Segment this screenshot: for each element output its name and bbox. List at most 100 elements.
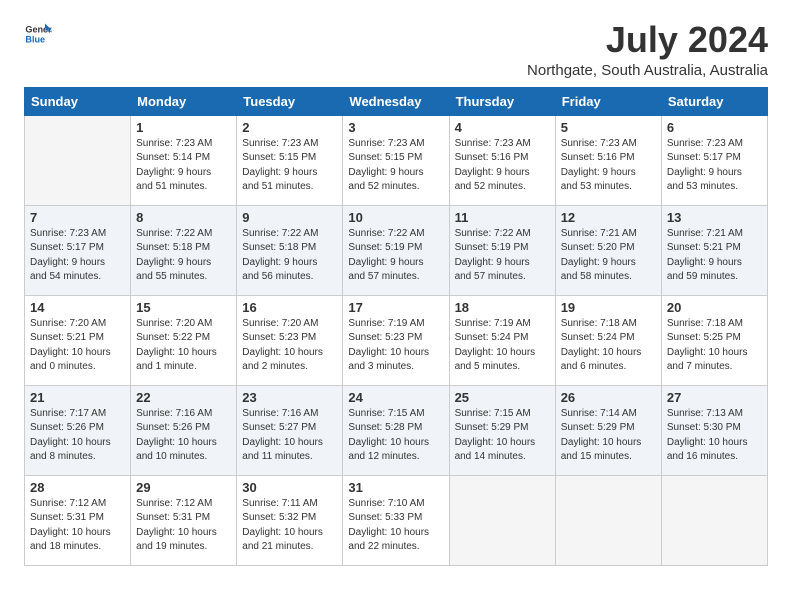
day-info: Sunrise: 7:22 AMSunset: 5:18 PMDaylight:…	[136, 227, 231, 285]
day-info: Sunrise: 7:20 AMSunset: 5:22 PMDaylight:…	[136, 317, 231, 375]
day-info: Sunrise: 7:23 AMSunset: 5:15 PMDaylight:…	[242, 137, 337, 195]
calendar-cell: 6 Sunrise: 7:23 AMSunset: 5:17 PMDaylight…	[661, 115, 767, 205]
day-number: 6	[667, 120, 762, 135]
day-info: Sunrise: 7:22 AMSunset: 5:19 PMDaylight:…	[455, 227, 550, 285]
calendar-cell: 31Sunrise: 7:10 AMSunset: 5:33 PMDayligh…	[343, 475, 449, 565]
weekday-header-friday: Friday	[555, 87, 661, 115]
calendar-cell: 19 Sunrise: 7:18 AMSunset: 5:24 PMDayligh…	[555, 295, 661, 385]
day-info: Sunrise: 7:19 AMSunset: 5:23 PMDaylight:…	[348, 317, 443, 375]
day-info: Sunrise: 7:11 AMSunset: 5:32 PMDaylight:…	[242, 497, 337, 555]
day-info: Sunrise: 7:16 AMSunset: 5:26 PMDaylight:…	[136, 407, 231, 465]
calendar-cell: 27Sunrise: 7:13 AMSunset: 5:30 PMDayligh…	[661, 385, 767, 475]
month-year-title: July 2024	[527, 20, 768, 60]
day-number: 18	[455, 300, 550, 315]
day-number: 26	[561, 390, 656, 405]
day-number: 12	[561, 210, 656, 225]
day-number: 24	[348, 390, 443, 405]
day-number: 3	[348, 120, 443, 135]
logo-icon: General Blue	[24, 20, 52, 48]
calendar-table: SundayMondayTuesdayWednesdayThursdayFrid…	[24, 87, 768, 566]
calendar-cell: 4 Sunrise: 7:23 AMSunset: 5:16 PMDaylight…	[449, 115, 555, 205]
day-number: 4	[455, 120, 550, 135]
calendar-cell: 18Sunrise: 7:19 AMSunset: 5:24 PMDayligh…	[449, 295, 555, 385]
calendar-cell: 26Sunrise: 7:14 AMSunset: 5:29 PMDayligh…	[555, 385, 661, 475]
day-number: 25	[455, 390, 550, 405]
calendar-cell: 3 Sunrise: 7:23 AMSunset: 5:15 PMDaylight…	[343, 115, 449, 205]
calendar-cell: 25 Sunrise: 7:15 AMSunset: 5:29 PMDayligh…	[449, 385, 555, 475]
day-info: Sunrise: 7:23 AMSunset: 5:17 PMDaylight:…	[667, 137, 762, 195]
calendar-cell	[555, 475, 661, 565]
calendar-cell	[449, 475, 555, 565]
logo: General Blue	[24, 20, 52, 48]
day-number: 8	[136, 210, 231, 225]
weekday-header-row: SundayMondayTuesdayWednesdayThursdayFrid…	[25, 87, 768, 115]
day-info: Sunrise: 7:20 AMSunset: 5:21 PMDaylight:…	[30, 317, 125, 375]
day-number: 31	[348, 480, 443, 495]
calendar-cell: 28 Sunrise: 7:12 AMSunset: 5:31 PMDayligh…	[25, 475, 131, 565]
day-info: Sunrise: 7:23 AMSunset: 5:15 PMDaylight:…	[348, 137, 443, 195]
day-number: 15	[136, 300, 231, 315]
calendar-cell: 30 Sunrise: 7:11 AMSunset: 5:32 PMDayligh…	[237, 475, 343, 565]
calendar-week-row: 1Sunrise: 7:23 AMSunset: 5:14 PMDaylight…	[25, 115, 768, 205]
day-number: 20	[667, 300, 762, 315]
day-info: Sunrise: 7:15 AMSunset: 5:29 PMDaylight:…	[455, 407, 550, 465]
day-number: 21	[30, 390, 125, 405]
title-section: July 2024 Northgate, South Australia, Au…	[527, 20, 768, 79]
calendar-cell: 14Sunrise: 7:20 AMSunset: 5:21 PMDayligh…	[25, 295, 131, 385]
calendar-cell: 9Sunrise: 7:22 AMSunset: 5:18 PMDaylight…	[237, 205, 343, 295]
weekday-header-monday: Monday	[131, 87, 237, 115]
calendar-cell: 7 Sunrise: 7:23 AMSunset: 5:17 PMDaylight…	[25, 205, 131, 295]
location-subtitle: Northgate, South Australia, Australia	[527, 62, 768, 79]
day-info: Sunrise: 7:23 AMSunset: 5:17 PMDaylight:…	[30, 227, 125, 285]
day-number: 9	[242, 210, 337, 225]
calendar-week-row: 14Sunrise: 7:20 AMSunset: 5:21 PMDayligh…	[25, 295, 768, 385]
calendar-cell: 15 Sunrise: 7:20 AMSunset: 5:22 PMDayligh…	[131, 295, 237, 385]
day-number: 19	[561, 300, 656, 315]
calendar-week-row: 28 Sunrise: 7:12 AMSunset: 5:31 PMDayligh…	[25, 475, 768, 565]
day-info: Sunrise: 7:23 AMSunset: 5:16 PMDaylight:…	[561, 137, 656, 195]
day-number: 27	[667, 390, 762, 405]
day-info: Sunrise: 7:23 AMSunset: 5:16 PMDaylight:…	[455, 137, 550, 195]
calendar-cell: 16 Sunrise: 7:20 AMSunset: 5:23 PMDayligh…	[237, 295, 343, 385]
weekday-header-sunday: Sunday	[25, 87, 131, 115]
weekday-header-saturday: Saturday	[661, 87, 767, 115]
calendar-cell: 1Sunrise: 7:23 AMSunset: 5:14 PMDaylight…	[131, 115, 237, 205]
calendar-cell: 22 Sunrise: 7:16 AMSunset: 5:26 PMDayligh…	[131, 385, 237, 475]
day-info: Sunrise: 7:17 AMSunset: 5:26 PMDaylight:…	[30, 407, 125, 465]
day-number: 17	[348, 300, 443, 315]
weekday-header-wednesday: Wednesday	[343, 87, 449, 115]
day-number: 30	[242, 480, 337, 495]
calendar-cell: 20 Sunrise: 7:18 AMSunset: 5:25 PMDayligh…	[661, 295, 767, 385]
day-info: Sunrise: 7:15 AMSunset: 5:28 PMDaylight:…	[348, 407, 443, 465]
calendar-cell: 24 Sunrise: 7:15 AMSunset: 5:28 PMDayligh…	[343, 385, 449, 475]
day-number: 29	[136, 480, 231, 495]
day-number: 23	[242, 390, 337, 405]
day-number: 28	[30, 480, 125, 495]
day-info: Sunrise: 7:21 AMSunset: 5:20 PMDaylight:…	[561, 227, 656, 285]
day-info: Sunrise: 7:23 AMSunset: 5:14 PMDaylight:…	[136, 137, 231, 195]
day-info: Sunrise: 7:12 AMSunset: 5:31 PMDaylight:…	[30, 497, 125, 555]
day-number: 7	[30, 210, 125, 225]
calendar-cell: 23 Sunrise: 7:16 AMSunset: 5:27 PMDayligh…	[237, 385, 343, 475]
day-info: Sunrise: 7:16 AMSunset: 5:27 PMDaylight:…	[242, 407, 337, 465]
day-info: Sunrise: 7:18 AMSunset: 5:25 PMDaylight:…	[667, 317, 762, 375]
day-number: 16	[242, 300, 337, 315]
calendar-cell: 5Sunrise: 7:23 AMSunset: 5:16 PMDaylight…	[555, 115, 661, 205]
day-info: Sunrise: 7:12 AMSunset: 5:31 PMDaylight:…	[136, 497, 231, 555]
calendar-cell: 12 Sunrise: 7:21 AMSunset: 5:20 PMDayligh…	[555, 205, 661, 295]
calendar-cell: 13Sunrise: 7:21 AMSunset: 5:21 PMDayligh…	[661, 205, 767, 295]
day-info: Sunrise: 7:21 AMSunset: 5:21 PMDaylight:…	[667, 227, 762, 285]
day-number: 22	[136, 390, 231, 405]
calendar-cell: 17 Sunrise: 7:19 AMSunset: 5:23 PMDayligh…	[343, 295, 449, 385]
day-number: 2	[242, 120, 337, 135]
page-header: General Blue July 2024 Northgate, South …	[24, 20, 768, 79]
calendar-cell: 10Sunrise: 7:22 AMSunset: 5:19 PMDayligh…	[343, 205, 449, 295]
calendar-cell: 2 Sunrise: 7:23 AMSunset: 5:15 PMDaylight…	[237, 115, 343, 205]
weekday-header-tuesday: Tuesday	[237, 87, 343, 115]
day-info: Sunrise: 7:20 AMSunset: 5:23 PMDaylight:…	[242, 317, 337, 375]
day-info: Sunrise: 7:18 AMSunset: 5:24 PMDaylight:…	[561, 317, 656, 375]
calendar-cell	[661, 475, 767, 565]
calendar-cell: 11Sunrise: 7:22 AMSunset: 5:19 PMDayligh…	[449, 205, 555, 295]
calendar-cell	[25, 115, 131, 205]
calendar-cell: 8 Sunrise: 7:22 AMSunset: 5:18 PMDaylight…	[131, 205, 237, 295]
